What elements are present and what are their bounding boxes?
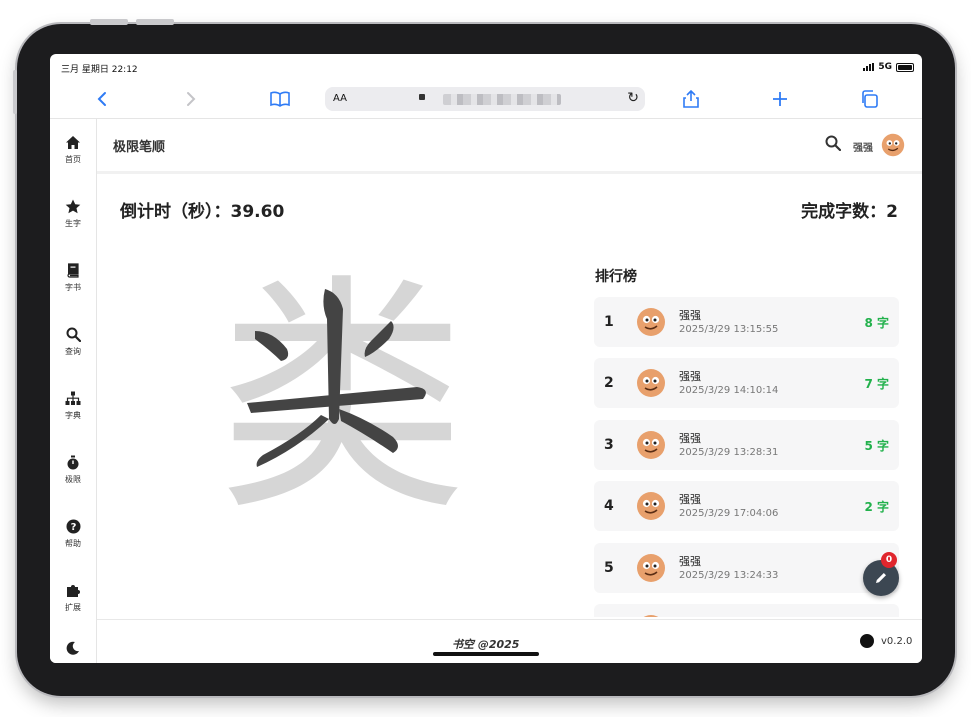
- power-button: [13, 70, 17, 114]
- leaderboard-row: 4 强强 2025/3/29 17:04:06 2 字: [594, 481, 899, 531]
- moon-icon: [50, 641, 96, 657]
- help-icon: ?: [50, 519, 96, 535]
- star-icon: [50, 199, 96, 215]
- avatar: [637, 431, 665, 459]
- stopwatch-icon: [50, 455, 96, 471]
- screen: 三月 星期日 22:12 5G AA ↻ 首页 生字 字书 查询 字典 极限 ?…: [50, 54, 922, 663]
- bookmarks-button[interactable]: [269, 88, 291, 110]
- share-button[interactable]: [680, 88, 702, 110]
- avatar: [637, 369, 665, 397]
- chevron-right-icon: [187, 92, 196, 106]
- volume-button: [136, 19, 174, 25]
- search-icon: [50, 327, 96, 343]
- url-text: [443, 94, 561, 105]
- avatar: [637, 308, 665, 336]
- notification-badge: 0: [881, 552, 897, 568]
- sidebar-item-new-words[interactable]: 生字: [50, 199, 96, 229]
- github-icon[interactable]: [860, 634, 874, 648]
- sidebar-item-limit[interactable]: 极限: [50, 455, 96, 485]
- signal-icon: [863, 63, 875, 71]
- volume-button: [90, 19, 128, 25]
- leaderboard-row: 3 强强 2025/3/29 13:28:31 5 字: [594, 420, 899, 470]
- main-content: 极限笔顺 强强 倒计时（秒）：39.60 完成字数：2 类 排行榜 1 强强 2…: [97, 119, 922, 663]
- copyright: 书空 @2025: [452, 638, 520, 651]
- avatar[interactable]: [881, 133, 905, 157]
- avatar: [637, 554, 665, 582]
- plus-icon: [773, 92, 787, 106]
- status-bar: 三月 星期日 22:12 5G: [50, 54, 922, 80]
- leaderboard-row: 5 强强 2025/3/29 13:24:33: [594, 543, 899, 593]
- book-icon: [50, 263, 96, 279]
- puzzle-icon: [50, 583, 96, 599]
- sidebar-item-home[interactable]: 首页: [50, 135, 96, 165]
- avatar: [637, 492, 665, 520]
- search-icon[interactable]: [825, 135, 842, 155]
- forward-button[interactable]: [180, 88, 202, 110]
- written-strokes: [247, 289, 426, 467]
- home-icon: [50, 135, 96, 151]
- new-tab-button[interactable]: [769, 88, 791, 110]
- countdown-timer: 倒计时（秒）：39.60: [120, 202, 285, 222]
- sidebar-item-extensions[interactable]: 扩展: [50, 583, 96, 613]
- version-label: v0.2.0: [881, 636, 913, 647]
- svg-text:?: ?: [70, 522, 76, 533]
- back-button[interactable]: [91, 88, 113, 110]
- home-indicator: [433, 652, 539, 656]
- sidebar-item-query[interactable]: 查询: [50, 327, 96, 357]
- lock-icon: [419, 94, 425, 100]
- sidebar-item-help[interactable]: ? 帮助: [50, 519, 96, 549]
- text-size-button[interactable]: AA: [333, 93, 347, 104]
- leaderboard-row: 2 强强 2025/3/29 14:10:14 7 字: [594, 358, 899, 408]
- share-icon: [683, 90, 699, 108]
- user-name[interactable]: 强强: [853, 139, 873, 154]
- tabs-button[interactable]: [858, 88, 880, 110]
- app-title[interactable]: 极限笔顺: [113, 136, 165, 155]
- network-label: 5G: [878, 62, 892, 72]
- status-time: 三月 星期日 22:12: [61, 65, 138, 75]
- sidebar-item-dictionary[interactable]: 字典: [50, 391, 96, 421]
- leaderboard-row: 强强: [594, 604, 899, 617]
- app-header: 极限笔顺 强强: [97, 119, 922, 174]
- leaderboard-row: 1 强强 2025/3/29 13:15:55 8 字: [594, 297, 899, 347]
- battery-icon: [896, 62, 914, 72]
- sidebar-item-wordbook[interactable]: 字书: [50, 263, 96, 293]
- reload-icon[interactable]: ↻: [627, 90, 639, 106]
- completed-count: 完成字数：2: [801, 202, 898, 222]
- footer: 书空 @2025 v0.2.0: [97, 619, 922, 663]
- book-open-icon: [270, 91, 290, 107]
- theme-toggle[interactable]: [50, 641, 96, 657]
- sitemap-icon: [50, 391, 96, 407]
- tabs-icon: [862, 90, 878, 108]
- chevron-left-icon: [97, 92, 106, 106]
- leaderboard-list: 1 强强 2025/3/29 13:15:55 8 字 2 强强 2025/3/…: [594, 297, 899, 617]
- pencil-icon: [876, 573, 886, 583]
- address-bar[interactable]: AA ↻: [325, 87, 645, 111]
- writing-canvas[interactable]: 类: [217, 269, 477, 529]
- web-app: 首页 生字 字书 查询 字典 极限 ? 帮助 扩展 极限笔顺 强强 倒计时（秒）…: [50, 118, 922, 663]
- sidebar: 首页 生字 字书 查询 字典 极限 ? 帮助 扩展: [50, 119, 97, 663]
- leaderboard-title: 排行榜: [595, 269, 637, 285]
- browser-toolbar: AA ↻: [50, 80, 922, 118]
- avatar: [643, 615, 659, 617]
